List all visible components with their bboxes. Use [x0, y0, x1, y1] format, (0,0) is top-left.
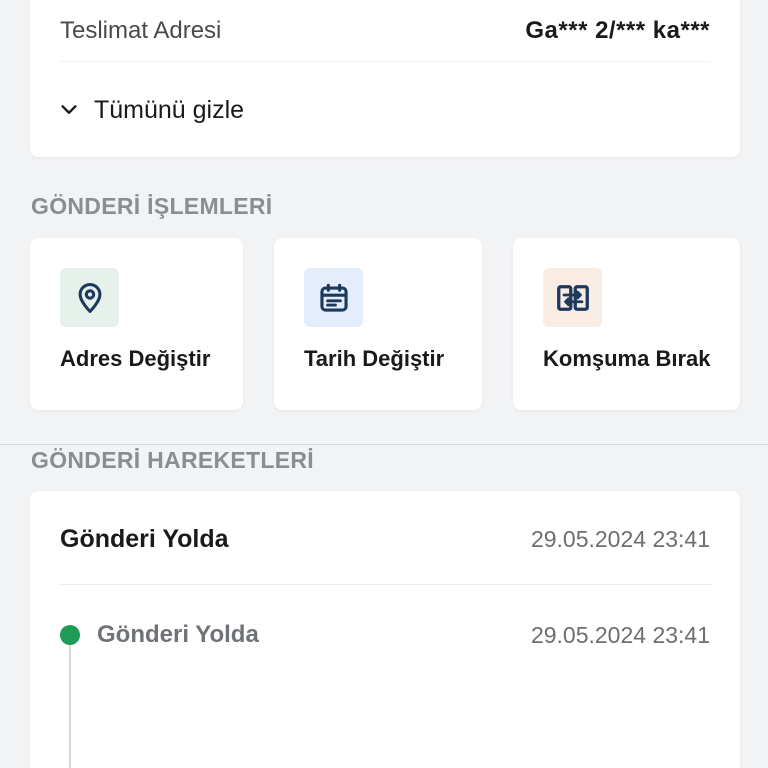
timeline-dot: [60, 625, 80, 645]
change-date-label: Tarih Değiştir: [304, 346, 445, 371]
shipment-movements-title: GÖNDERİ HAREKETLERİ: [31, 447, 314, 473]
current-status-text: Gönderi Yolda: [60, 524, 229, 553]
change-address-button[interactable]: Adres Değiştir: [30, 238, 243, 410]
calendar-icon: [304, 268, 363, 327]
current-status-date: 29.05.2024 23:41: [530, 525, 710, 552]
timeline-item-date: 29.05.2024 23:41: [530, 621, 710, 648]
timeline-item: Gönderi Yolda 29.05.2024 23:41: [97, 615, 710, 655]
current-status-row: Gönderi Yolda 29.05.2024 23:41: [60, 519, 710, 559]
delivery-address-label: Teslimat Adresi: [60, 16, 222, 44]
location-pin-icon: [60, 268, 119, 327]
movements-separator: [58, 584, 712, 585]
change-address-label: Adres Değiştir: [60, 346, 211, 371]
timeline-line: [69, 645, 71, 768]
leave-with-neighbor-label: Komşuma Bırak: [543, 346, 711, 371]
delivery-address-card: Teslimat Adresi Ga*** 2/*** ka*** Tümünü…: [30, 0, 740, 157]
shipment-movements-card: Gönderi Yolda 29.05.2024 23:41 Gönderi Y…: [30, 491, 740, 768]
neighbor-swap-icon: [543, 268, 602, 327]
shipment-operations-title: GÖNDERİ İŞLEMLERİ: [31, 193, 273, 219]
hide-all-toggle[interactable]: Tümünü gizle: [58, 90, 244, 130]
section-divider: [0, 444, 768, 445]
delivery-address-row: Teslimat Adresi Ga*** 2/*** ka***: [60, 0, 710, 62]
timeline-item-status: Gönderi Yolda: [97, 621, 259, 648]
leave-with-neighbor-button[interactable]: Komşuma Bırak: [513, 238, 740, 410]
hide-all-label: Tümünü gizle: [94, 95, 245, 124]
delivery-address-value: Ga*** 2/*** ka***: [525, 16, 710, 44]
change-date-button[interactable]: Tarih Değiştir: [274, 238, 482, 410]
chevron-down-icon: [61, 105, 77, 114]
